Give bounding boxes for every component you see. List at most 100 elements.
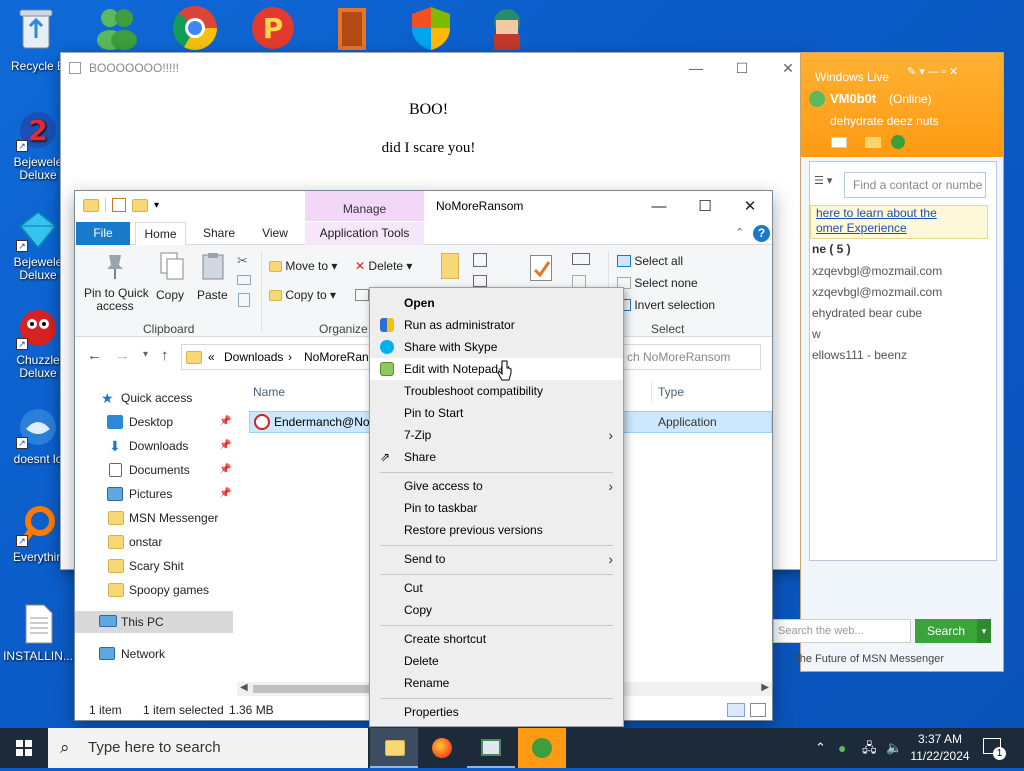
msn-status[interactable]: (Online)	[889, 92, 932, 106]
maximize-button[interactable]: ☐	[682, 194, 728, 220]
nav-pictures[interactable]: Pictures 📌	[75, 483, 233, 505]
menu-open[interactable]: Open	[370, 292, 623, 314]
paste-shortcut-icon[interactable]	[238, 293, 250, 307]
contact-search-input[interactable]: Find a contact or numbe	[844, 172, 986, 198]
nav-onstar[interactable]: onstar	[75, 531, 233, 553]
explorer-titlebar[interactable]: ▾ Manage NoMoreRansom — ☐ ✕	[75, 191, 772, 222]
column-name[interactable]: Name	[253, 385, 285, 399]
scroll-thumb[interactable]	[253, 685, 373, 693]
scroll-left-icon[interactable]: ◀	[240, 682, 248, 693]
menu-rename[interactable]: Rename	[370, 672, 623, 694]
delete-button[interactable]: ✕ Delete ▾	[355, 259, 412, 273]
contact-item[interactable]: w	[812, 327, 821, 341]
nav-desktop[interactable]: Desktop 📌	[75, 411, 233, 433]
volume-tray-icon[interactable]: 🔈	[886, 728, 902, 768]
menu-cut[interactable]: Cut	[370, 577, 623, 599]
tab-file[interactable]: File	[76, 222, 130, 245]
customize-toolbar-icon[interactable]: ▾	[154, 200, 159, 211]
game-p-desktop-icon[interactable]: P	[248, 4, 298, 52]
msn-messenger-window[interactable]: Windows Live ✎ ▾ — ▫ ✕ VM0b0t (Online) d…	[773, 52, 1004, 672]
search-dropdown-button[interactable]: ▾	[977, 619, 991, 643]
menu-send-to[interactable]: Send to ›	[370, 548, 623, 570]
taskbar-file-explorer[interactable]	[370, 728, 418, 768]
view-menu-icon[interactable]: ☰ ▾	[814, 174, 840, 188]
nav-msn-messenger[interactable]: MSN Messenger	[75, 507, 233, 529]
contact-item[interactable]: ehydrated bear cube	[812, 306, 922, 320]
recent-locations-icon[interactable]: ▾	[143, 349, 148, 360]
move-to-button[interactable]: Move to ▾	[269, 259, 337, 273]
contact-item[interactable]: xzqevbgl@mozmail.com	[812, 285, 942, 299]
menu-delete[interactable]: Delete	[370, 650, 623, 672]
open-icon[interactable]	[572, 253, 590, 265]
cut-icon[interactable]: ✂	[237, 253, 248, 269]
msn-tray-icon[interactable]: ●	[838, 728, 846, 768]
taskbar-app-window[interactable]	[467, 728, 515, 768]
invert-selection-button[interactable]: Invert selection	[617, 298, 715, 312]
minimize-button[interactable]: —	[636, 194, 682, 220]
select-none-button[interactable]: Select none	[617, 276, 698, 290]
contact-group-header[interactable]: ne ( 5 )	[812, 242, 851, 256]
taskbar-search-box[interactable]: ⌕ Type here to search	[48, 728, 368, 768]
boo-titlebar[interactable]: BOOOOOOO!!!!! — ☐ ✕	[61, 53, 811, 83]
folder-icon[interactable]	[865, 137, 881, 148]
globe-icon[interactable]	[891, 135, 905, 149]
help-icon[interactable]: ?	[753, 225, 770, 242]
copy-path-icon[interactable]	[237, 275, 251, 285]
new-folder-big-icon[interactable]	[441, 253, 459, 279]
taskbar-firefox[interactable]	[418, 728, 466, 768]
tab-home[interactable]: Home	[135, 222, 186, 246]
menu-copy[interactable]: Copy	[370, 599, 623, 621]
msn-messenger-desktop-icon[interactable]	[92, 4, 142, 52]
breadcrumb-current[interactable]: NoMoreRans	[304, 350, 375, 364]
column-type[interactable]: Type	[658, 385, 684, 399]
pin-to-quick-access-button[interactable]: Pin to Quick access	[84, 287, 149, 313]
details-view-icon[interactable]	[727, 703, 745, 717]
properties-icon[interactable]	[112, 198, 126, 212]
nav-scary-shit[interactable]: Scary Shit	[75, 555, 233, 577]
menu-share[interactable]: ⇗ Share	[370, 446, 623, 468]
tab-view[interactable]: View	[251, 222, 299, 245]
web-search-button[interactable]: Search	[915, 619, 977, 643]
network-tray-icon[interactable]: 🖧	[862, 728, 877, 768]
chrome-desktop-icon[interactable]	[170, 4, 220, 52]
scroll-right-icon[interactable]: ▶	[761, 682, 769, 693]
new-item-icon[interactable]	[473, 253, 487, 267]
menu-7-zip[interactable]: 7-Zip ›	[370, 424, 623, 446]
maximize-button[interactable]: ☐	[719, 57, 765, 79]
rename-icon[interactable]	[355, 289, 369, 301]
mail-icon[interactable]	[831, 137, 847, 148]
nav-quick-access[interactable]: ★ Quick access	[75, 387, 233, 409]
menu-share-with-skype[interactable]: Share with Skype	[370, 336, 623, 358]
msn-footer[interactable]: The Future of MSN Messenger	[793, 653, 944, 665]
contact-item[interactable]: ellows111 - beenz	[812, 348, 907, 362]
info-banner[interactable]: here to learn about the omer Experience	[810, 205, 988, 239]
nav-this-pc[interactable]: This PC	[75, 611, 233, 633]
menu-create-shortcut[interactable]: Create shortcut	[370, 628, 623, 650]
nav-spoopy-games[interactable]: Spoopy games	[75, 579, 233, 601]
clock[interactable]: 3:37 AM 11/22/2024	[906, 731, 974, 765]
nav-documents[interactable]: Documents 📌	[75, 459, 233, 481]
window-controls[interactable]: ✎ ▾ — ▫ ✕	[907, 65, 958, 78]
notification-center-icon[interactable]: 1	[983, 738, 1006, 760]
menu-run-as-administrator[interactable]: Run as administrator	[370, 314, 623, 336]
collapse-ribbon-icon[interactable]: ⌃	[735, 226, 744, 239]
up-icon[interactable]: ↑	[161, 347, 169, 364]
address-bar[interactable]: « Downloads › NoMoreRans	[181, 344, 375, 370]
column-divider[interactable]	[651, 381, 652, 403]
tab-share[interactable]: Share	[193, 222, 245, 245]
copy-button[interactable]: Copy	[156, 288, 184, 302]
forward-icon[interactable]: →	[115, 347, 130, 364]
new-folder-icon[interactable]	[132, 198, 148, 212]
taskbar-msn-messenger[interactable]	[518, 728, 566, 768]
desktop-icon-installing[interactable]: INSTALLIN...	[0, 602, 76, 663]
msn-username[interactable]: VM0b0t	[830, 91, 876, 106]
web-search-input[interactable]: Search the web...	[773, 619, 911, 643]
show-hidden-icons[interactable]: ⌃	[815, 728, 826, 768]
breadcrumb-overflow[interactable]: «	[208, 350, 215, 364]
close-button[interactable]: ✕	[727, 194, 773, 220]
easy-access-icon[interactable]	[473, 275, 487, 287]
msn-personal-message[interactable]: dehydrate deez nuts	[830, 114, 939, 128]
avatar[interactable]	[809, 91, 825, 107]
menu-properties[interactable]: Properties	[370, 701, 623, 723]
menu-give-access-to[interactable]: Give access to ›	[370, 475, 623, 497]
